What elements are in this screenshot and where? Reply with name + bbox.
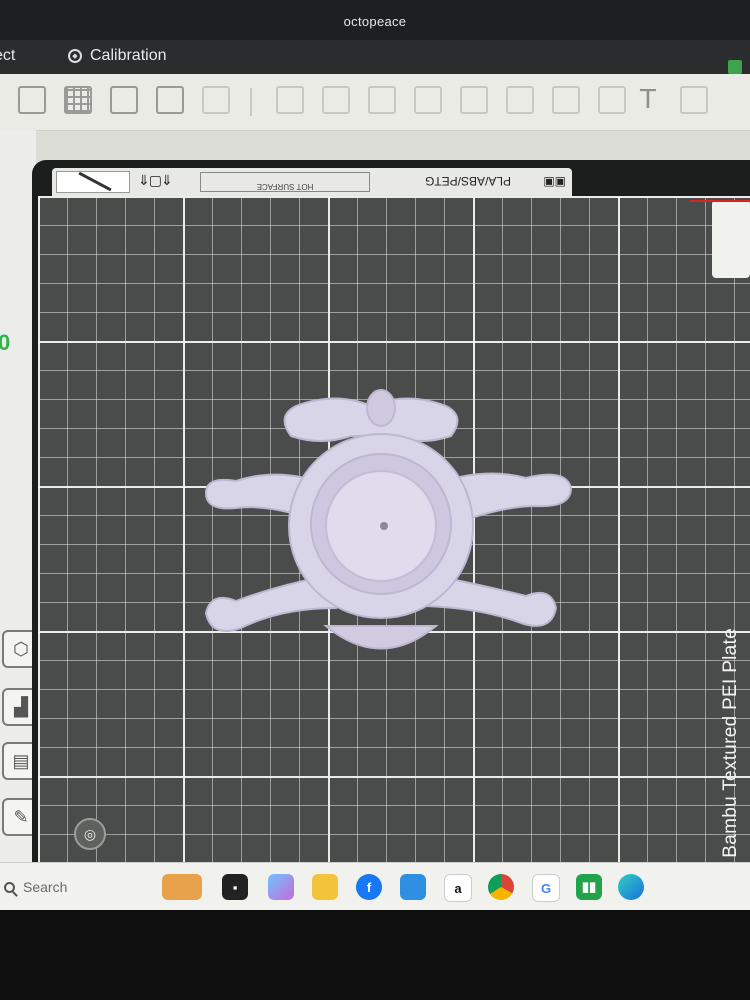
monitor-bezel [0, 910, 750, 1000]
mesh-boolean-button[interactable] [548, 82, 584, 118]
measure-icon [680, 86, 708, 114]
corner-panel [712, 200, 750, 278]
cut-icon [414, 86, 442, 114]
octopus-top-knot [366, 389, 396, 427]
terminal-icon[interactable]: ▪ [222, 874, 248, 900]
plate-thumbnail[interactable] [56, 171, 130, 193]
menu-project[interactable]: ect [0, 47, 15, 65]
search-placeholder: Search [23, 879, 68, 895]
taskbar: Search ▪ f a G ▮▮ [0, 862, 750, 911]
mesh-boolean-icon [552, 86, 580, 114]
seam-icon [506, 86, 534, 114]
file-explorer-icon[interactable] [312, 874, 338, 900]
facebook-icon[interactable]: f [356, 874, 382, 900]
google-icon[interactable]: G [532, 874, 560, 902]
paint-icon [598, 86, 626, 114]
edge-icon[interactable] [618, 874, 644, 900]
plate-arrows-icon[interactable]: ⇓▢⇓ [138, 172, 173, 189]
left-panel: 0 ⬡ ▟ ▤ ✎ [0, 130, 40, 930]
amazon-icon[interactable]: a [444, 874, 472, 902]
menu-bar: ect ◆ Calibration [0, 40, 750, 74]
bambu-studio-icon[interactable]: ▮▮ [576, 874, 602, 900]
move-icon [276, 86, 304, 114]
status-indicator-icon [728, 60, 742, 74]
scale-button[interactable] [364, 82, 400, 118]
hexagon-icon: ⬡ [13, 638, 29, 659]
toolbar-separator [250, 88, 252, 116]
text-tool-button[interactable]: T [630, 82, 666, 118]
menu-calibration[interactable]: ◆ Calibration [68, 47, 166, 65]
3d-viewport[interactable]: ◎ Bambu Textured PEI Plate ⇓▢⇓ HOT SURFA… [32, 160, 750, 865]
menu-calibration-label: Calibration [90, 47, 167, 64]
title-bar: octopeace [0, 0, 750, 40]
measure-button[interactable] [676, 82, 712, 118]
list-icon [202, 86, 230, 114]
window-title: octopeace [343, 14, 407, 29]
move-button[interactable] [272, 82, 308, 118]
add-object-button[interactable] [14, 82, 50, 118]
red-edge-marker [690, 200, 750, 202]
camera-icon: ◎ [83, 825, 97, 842]
copilot-icon[interactable] [268, 874, 294, 900]
rotate-button[interactable] [318, 82, 354, 118]
filament-icon: ▟ [14, 696, 28, 717]
calibration-icon: ◆ [68, 49, 82, 63]
auto-orient-icon [110, 86, 138, 114]
cat-widget-icon[interactable] [162, 874, 202, 900]
edit-icon: ✎ [13, 806, 29, 827]
octopus-bottom [323, 625, 439, 650]
auto-orient-button[interactable] [106, 82, 142, 118]
home-view-button[interactable]: ◎ [74, 818, 106, 850]
support-icon [460, 86, 488, 114]
octopus-model[interactable] [166, 386, 596, 676]
layout-icon: ▤ [12, 750, 30, 771]
octopus-center-dot [380, 522, 388, 530]
plate-info-bar: ⇓▢⇓ HOT SURFACE PLA/ABS/PETG ▣▣ [52, 168, 572, 196]
hot-surface-warning: HOT SURFACE [200, 172, 370, 192]
add-object-icon [18, 86, 46, 114]
build-plate[interactable]: ◎ Bambu Textured PEI Plate [38, 196, 750, 865]
seam-button[interactable] [502, 82, 538, 118]
taskbar-search[interactable]: Search [4, 879, 67, 895]
photos-icon[interactable] [400, 874, 426, 900]
arrange-button[interactable] [152, 82, 188, 118]
plate-name-label: Bambu Textured PEI Plate [720, 628, 741, 858]
cut-button[interactable] [410, 82, 446, 118]
search-icon [4, 881, 15, 893]
support-button[interactable] [456, 82, 492, 118]
text-tool-icon: T [640, 85, 656, 115]
toolbar: T [0, 74, 750, 131]
add-plate-button[interactable] [60, 82, 96, 118]
arrange-icon [156, 86, 184, 114]
left-indicator-text: 0 [0, 330, 11, 355]
plate-settings-icon[interactable]: ▣▣ [543, 174, 566, 188]
grid-plate-icon [64, 86, 92, 114]
monitor-screen: octopeace ect ◆ Calibration T 0 ⬡ ▟ ▤ ✎ [0, 0, 750, 930]
rotate-icon [322, 86, 350, 114]
plate-material-text: PLA/ABS/PETG [424, 174, 512, 188]
list-button[interactable] [198, 82, 234, 118]
scale-icon [368, 86, 396, 114]
paint-button[interactable] [594, 82, 630, 118]
chrome-icon[interactable] [488, 874, 514, 900]
